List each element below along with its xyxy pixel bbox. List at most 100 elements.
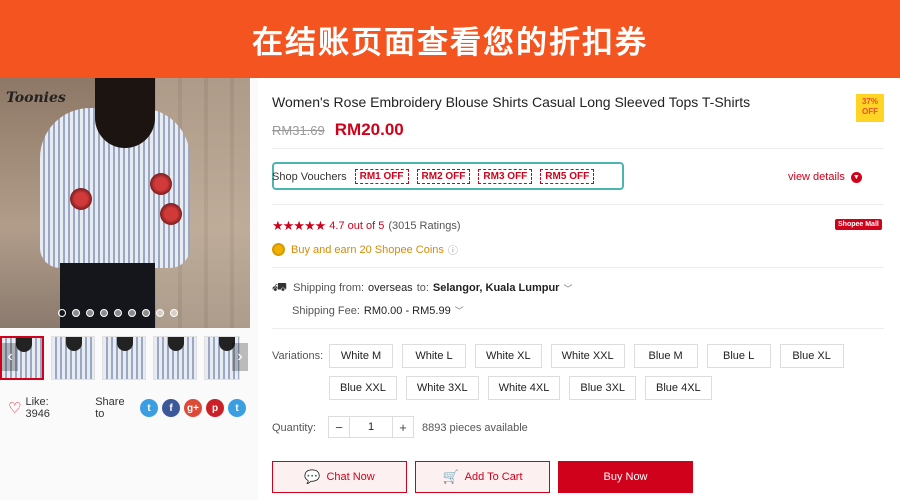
shipping-fee-value[interactable]: RM0.00 - RM5.99 — [364, 305, 451, 317]
rating-score[interactable]: 4.7 out of 5 — [329, 220, 384, 232]
carousel-dots — [58, 309, 178, 317]
action-buttons: 💬 Chat Now 🛒 Add To Cart Buy Now — [272, 461, 693, 493]
thumbnail[interactable] — [102, 336, 146, 380]
sale-price: RM20.00 — [334, 120, 404, 139]
variation-option[interactable]: White 4XL — [487, 376, 561, 400]
twitter-icon[interactable]: t — [140, 399, 158, 417]
social-bar: ♡ Like: 3946 Share to t f g+ p t — [0, 396, 250, 420]
original-price: RM31.69 — [272, 123, 325, 138]
discount-off: OFF — [862, 107, 878, 116]
share-buttons: t f g+ p t — [140, 399, 250, 417]
chat-now-button[interactable]: 💬 Chat Now — [272, 461, 407, 493]
pinterest-icon[interactable]: p — [206, 399, 224, 417]
google-plus-icon[interactable]: g+ — [184, 399, 202, 417]
variation-option[interactable]: Blue M — [633, 344, 698, 368]
variation-option[interactable]: Blue XL — [779, 344, 844, 368]
twitter-icon[interactable]: t — [228, 399, 246, 417]
coin-icon — [272, 243, 285, 256]
chevron-down-icon: ▼ — [850, 171, 862, 183]
product-gallery: Toonies ‹ › ♡ Like: 3946 Share to t f g+ p t — [0, 78, 258, 500]
rating-count[interactable]: (3015 Ratings) — [388, 220, 460, 232]
voucher-rm3[interactable]: RM3 OFF — [478, 169, 533, 184]
heart-icon[interactable]: ♡ — [8, 399, 21, 417]
variation-option[interactable]: Blue 4XL — [645, 376, 712, 400]
discount-percent: 37% — [861, 97, 878, 106]
main-product-photo[interactable]: Toonies — [0, 78, 250, 328]
divider — [272, 267, 884, 268]
coins-text: Buy and earn 20 Shopee Coins — [291, 243, 444, 256]
divider — [272, 204, 884, 205]
share-label: Share to — [95, 396, 125, 420]
voucher-rm2[interactable]: RM2 OFF — [416, 169, 471, 184]
stock-available: 8893 pieces available — [422, 422, 528, 434]
quantity-decrease-button[interactable]: − — [328, 416, 350, 438]
voucher-rm1[interactable]: RM1 OFF — [354, 169, 409, 184]
discount-badge: 37% OFF — [856, 94, 884, 122]
cart-icon: 🛒 — [442, 469, 459, 484]
product-details: Women's Rose Embroidery Blouse Shirts Ca… — [272, 78, 884, 500]
variation-option[interactable]: White XXL — [550, 344, 625, 368]
shop-vouchers: Shop Vouchers RM1 OFF RM2 OFF RM3 OFF RM… — [272, 169, 602, 184]
chat-icon: 💬 — [304, 469, 321, 484]
quantity-input[interactable]: 1 — [350, 416, 392, 438]
buy-now-button[interactable]: Buy Now — [558, 461, 693, 493]
product-title: Women's Rose Embroidery Blouse Shirts Ca… — [272, 94, 751, 110]
chevron-down-icon[interactable]: ﹀ — [563, 282, 572, 295]
thumbnail[interactable] — [51, 336, 95, 380]
shipping-to-label: to: — [416, 282, 429, 294]
shipping-fee-row: Shipping Fee: RM0.00 - RM5.99 ﹀ — [292, 304, 464, 317]
shipping-from-label: Shipping from: — [293, 282, 365, 294]
carousel-dot[interactable] — [58, 309, 66, 317]
chevron-left-icon[interactable]: ‹ — [2, 343, 18, 371]
quantity-increase-button[interactable]: + — [392, 416, 414, 438]
view-details-label: view details — [788, 171, 845, 183]
variations-label: Variations: — [272, 350, 324, 362]
view-details-link[interactable]: view details ▼ — [788, 171, 862, 183]
chevron-right-icon[interactable]: › — [232, 343, 248, 371]
price-row: RM31.69 RM20.00 — [272, 120, 404, 140]
facebook-icon[interactable]: f — [162, 399, 180, 417]
variation-option[interactable]: White M — [329, 344, 393, 368]
carousel-dot[interactable] — [128, 309, 136, 317]
carousel-dot[interactable] — [114, 309, 122, 317]
variation-option[interactable]: White XL — [475, 344, 542, 368]
truck-icon: ⛟ — [272, 280, 288, 294]
carousel-dot[interactable] — [72, 309, 80, 317]
voucher-rm5[interactable]: RM5 OFF — [540, 169, 595, 184]
shipping-from-value: overseas — [368, 282, 413, 294]
variation-option[interactable]: White 3XL — [405, 376, 479, 400]
brand-watermark: Toonies — [6, 90, 66, 106]
chat-now-label: Chat Now — [326, 471, 375, 483]
like-count[interactable]: Like: 3946 — [25, 396, 75, 420]
variation-option[interactable]: Blue 3XL — [569, 376, 637, 400]
shipping-destination[interactable]: Selangor, Kuala Lumpur — [433, 282, 560, 294]
carousel-dot[interactable] — [86, 309, 94, 317]
carousel-dot[interactable] — [156, 309, 164, 317]
variation-options: White M White L White XL White XXL Blue M Blu… — [329, 344, 889, 400]
rating-row: ★★★★★ 4.7 out of 5 (3015 Ratings) — [272, 218, 460, 234]
variation-option[interactable]: White L — [402, 344, 466, 368]
add-to-cart-button[interactable]: 🛒 Add To Cart — [415, 461, 550, 493]
carousel-dot[interactable] — [100, 309, 108, 317]
add-to-cart-label: Add To Cart — [464, 471, 523, 483]
coins-row: Buy and earn 20 Shopee Coins ⓘ — [272, 242, 458, 257]
shipping-fee-label: Shipping Fee: — [292, 304, 360, 317]
star-rating-icon: ★★★★★ — [272, 218, 326, 233]
variation-option[interactable]: Blue XXL — [329, 376, 397, 400]
chevron-down-icon[interactable]: ﹀ — [455, 304, 464, 317]
promo-banner-text: 在结账页面查看您的折扣券 — [252, 24, 648, 61]
divider — [272, 328, 884, 329]
vouchers-label: Shop Vouchers — [272, 170, 347, 183]
carousel-dot[interactable] — [142, 309, 150, 317]
shipping-row: ⛟ Shipping from: overseas to: Selangor, … — [272, 280, 572, 296]
divider — [272, 148, 884, 149]
variation-option[interactable]: Blue L — [706, 344, 771, 368]
thumbnail[interactable] — [153, 336, 197, 380]
thumbnail-strip — [0, 335, 250, 381]
quantity-label: Quantity: — [272, 422, 317, 434]
shopee-mall-badge: Shopee Mall — [835, 219, 882, 230]
info-icon[interactable]: ⓘ — [448, 242, 458, 257]
promo-banner: 在结账页面查看您的折扣券 — [0, 0, 900, 78]
buy-now-label: Buy Now — [603, 471, 648, 483]
carousel-dot[interactable] — [170, 309, 178, 317]
